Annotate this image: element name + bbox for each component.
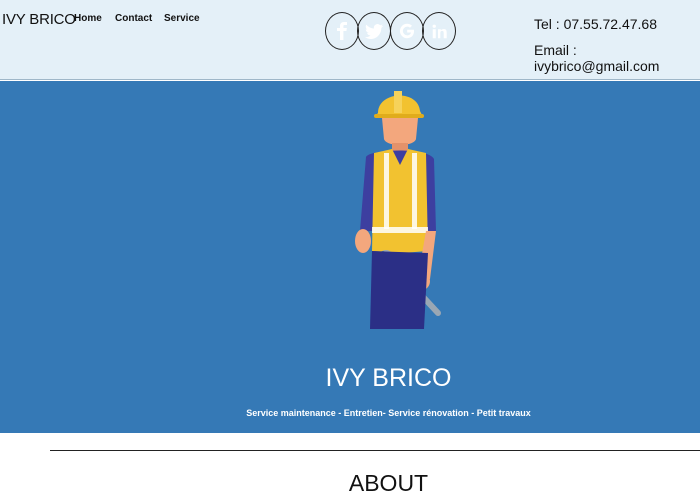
hero-subtitle: Service maintenance - Entretien- Service… [246, 408, 531, 418]
hero-banner: IVY BRICO Service maintenance - Entretie… [0, 81, 700, 433]
brand-logo-text[interactable]: IVY BRICO [2, 11, 76, 28]
about-heading: ABOUT [348, 470, 429, 496]
linkedin-icon[interactable] [422, 12, 456, 50]
facebook-icon[interactable] [325, 12, 359, 50]
nav-service-link[interactable]: Service [164, 13, 200, 24]
nav-home-link[interactable]: Home [74, 13, 102, 24]
twitter-icon[interactable] [357, 12, 391, 50]
email-address: Email : ivybrico@gmail.com [534, 42, 660, 74]
worker-illustration [355, 91, 441, 329]
nav-contact-link[interactable]: Contact [115, 13, 152, 24]
hero-title: IVY BRICO [325, 364, 452, 392]
site-header: IVY BRICO Home Contact Service Tel : 07.… [0, 0, 700, 80]
phone-number: Tel : 07.55.72.47.68 [534, 16, 657, 32]
google-icon[interactable] [390, 12, 424, 50]
section-divider [50, 450, 700, 451]
